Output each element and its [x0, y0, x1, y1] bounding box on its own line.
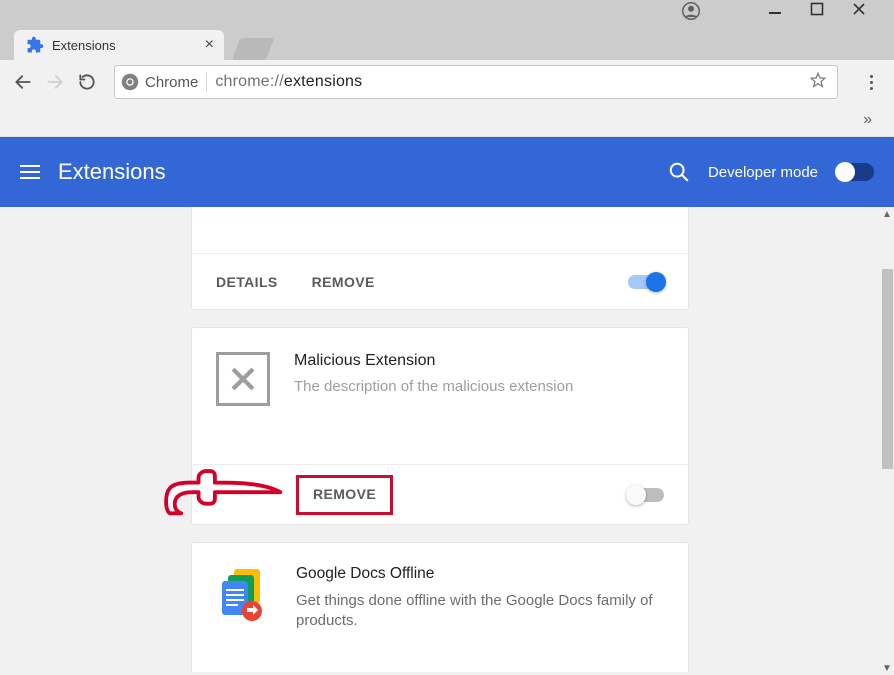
- content-area: DETAILS REMOVE Malicious Extension The d…: [0, 207, 880, 675]
- extension-description: The description of the malicious extensi…: [294, 378, 573, 395]
- google-docs-icon: [216, 565, 272, 621]
- browser-tab[interactable]: Extensions ×: [14, 30, 224, 60]
- reload-button[interactable]: [76, 71, 98, 93]
- extension-name: Malicious Extension: [294, 352, 573, 370]
- url-text: chrome://extensions: [207, 73, 362, 91]
- maximize-icon[interactable]: [810, 2, 824, 25]
- scrollbar-thumb[interactable]: [882, 269, 893, 469]
- scroll-down-icon[interactable]: ▼: [880, 661, 894, 675]
- scrollbar[interactable]: ▲ ▼: [880, 207, 894, 675]
- puzzle-icon: [26, 36, 44, 54]
- extension-description: Get things done offline with the Google …: [296, 591, 664, 632]
- search-icon[interactable]: [668, 161, 690, 183]
- url-label: Chrome: [145, 72, 207, 92]
- extension-name: Google Docs Offline: [296, 565, 664, 583]
- hamburger-icon[interactable]: [20, 165, 40, 179]
- new-tab-button[interactable]: [232, 38, 274, 60]
- minimize-icon[interactable]: [768, 2, 782, 25]
- page-title: Extensions: [58, 159, 166, 185]
- forward-button: [44, 71, 66, 93]
- remove-button[interactable]: REMOVE: [312, 274, 375, 290]
- back-button[interactable]: [12, 71, 34, 93]
- developer-mode-label: Developer mode: [708, 164, 818, 181]
- account-icon[interactable]: [682, 2, 700, 25]
- remove-highlight-box: REMOVE: [296, 475, 393, 515]
- extension-placeholder-icon: [216, 352, 270, 406]
- extension-enable-toggle[interactable]: [628, 275, 664, 289]
- details-button[interactable]: DETAILS: [216, 274, 278, 290]
- extension-card-malicious: Malicious Extension The description of t…: [191, 327, 689, 525]
- window-titlebar: [0, 0, 894, 26]
- tab-strip: Extensions ×: [0, 26, 894, 60]
- browser-menu-button[interactable]: [860, 75, 882, 90]
- browser-toolbar: Chrome chrome://extensions: [0, 60, 894, 104]
- extension-enable-toggle[interactable]: [628, 488, 664, 502]
- tab-title: Extensions: [52, 38, 116, 53]
- developer-mode-toggle[interactable]: [836, 163, 874, 181]
- remove-button[interactable]: REMOVE: [313, 486, 376, 502]
- overflow-row: »: [0, 104, 894, 137]
- tab-close-icon[interactable]: ×: [205, 36, 214, 54]
- close-icon[interactable]: [852, 2, 866, 25]
- address-bar[interactable]: Chrome chrome://extensions: [114, 65, 838, 99]
- chevron-overflow-icon[interactable]: »: [863, 111, 872, 129]
- chrome-icon: [121, 73, 139, 91]
- extensions-header: Extensions Developer mode: [0, 137, 894, 207]
- extension-card-google-docs: Google Docs Offline Get things done offl…: [191, 542, 689, 672]
- extension-card: DETAILS REMOVE: [191, 207, 689, 310]
- scroll-up-icon[interactable]: ▲: [880, 207, 894, 221]
- pointing-hand-icon: [162, 462, 287, 532]
- bookmark-star-icon[interactable]: [809, 71, 827, 94]
